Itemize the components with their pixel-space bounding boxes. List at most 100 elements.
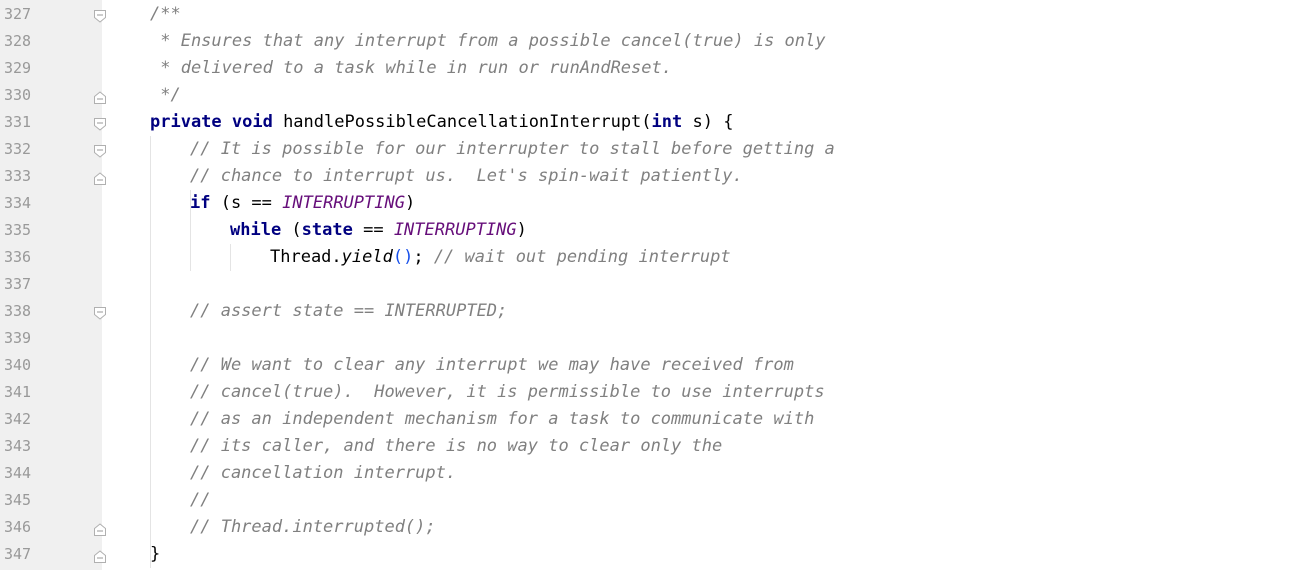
code-text[interactable]: // cancellation interrupt.	[190, 460, 456, 487]
line-number[interactable]: 342	[4, 406, 44, 433]
code-text[interactable]: // chance to interrupt us. Let's spin-wa…	[190, 163, 743, 190]
code-text[interactable]: // It is possible for our interrupter to…	[190, 136, 835, 163]
code-line[interactable]: 330 */	[0, 82, 1308, 109]
code-line[interactable]: 345 //	[0, 487, 1308, 514]
code-token: private void	[150, 112, 273, 132]
fold-toggle-icon[interactable]	[93, 143, 107, 158]
fold-end-icon[interactable]	[93, 521, 107, 536]
code-line[interactable]: 347}	[0, 541, 1308, 568]
code-editor[interactable]: 327 /** 328 * Ensures that any interrupt f…	[0, 0, 1308, 570]
fold-end-icon[interactable]	[93, 89, 107, 104]
code-token: // Thread.interrupted();	[190, 517, 436, 537]
code-token: // cancel(true). However, it is permissi…	[190, 382, 825, 402]
line-number[interactable]: 328	[4, 28, 44, 55]
code-token: while	[230, 220, 282, 240]
code-line[interactable]: 336 Thread.yield(); // wait out pending i…	[0, 244, 1308, 271]
code-line[interactable]: 328 * Ensures that any interrupt from a …	[0, 28, 1308, 55]
line-number[interactable]: 343	[4, 433, 44, 460]
line-number[interactable]: 329	[4, 55, 44, 82]
code-text[interactable]: }	[150, 541, 160, 568]
code-text[interactable]: // its caller, and there is no way to cl…	[190, 433, 722, 460]
code-token: // its caller, and there is no way to cl…	[190, 436, 723, 456]
code-token: (	[281, 220, 302, 240]
code-text[interactable]: * delivered to a task while in run or ru…	[150, 55, 672, 82]
code-text[interactable]: // Thread.interrupted();	[190, 514, 436, 541]
code-token: // We want to clear any interrupt we may…	[190, 355, 794, 375]
code-text[interactable]: /**	[150, 1, 181, 28]
code-token: */	[150, 85, 181, 105]
code-token: )	[516, 220, 527, 240]
code-text[interactable]: // We want to clear any interrupt we may…	[190, 352, 794, 379]
code-line[interactable]: 341 // cancel(true). However, it is permi…	[0, 379, 1308, 406]
code-token: INTERRUPTING	[393, 220, 517, 240]
code-line[interactable]: 337	[0, 271, 1308, 298]
code-token: * Ensures that any interrupt from a poss…	[150, 31, 826, 51]
code-token: //	[190, 490, 211, 510]
code-text[interactable]: * Ensures that any interrupt from a poss…	[150, 28, 826, 55]
code-line[interactable]: 340 // We want to clear any interrupt we …	[0, 352, 1308, 379]
line-number[interactable]: 347	[4, 541, 44, 568]
line-number[interactable]: 336	[4, 244, 44, 271]
line-number[interactable]: 340	[4, 352, 44, 379]
code-token: // cancellation interrupt.	[190, 463, 457, 483]
code-token: ;	[413, 247, 434, 267]
code-line[interactable]: 342 // as an independent mechanism for a …	[0, 406, 1308, 433]
code-line[interactable]: 339	[0, 325, 1308, 352]
code-token: // assert state == INTERRUPTED;	[190, 301, 508, 321]
code-token: // wait out pending interrupt	[433, 247, 731, 267]
code-text[interactable]: if (s == INTERRUPTING)	[190, 190, 415, 217]
code-line[interactable]: 331 private void handlePossibleCancellati…	[0, 109, 1308, 136]
line-number[interactable]: 345	[4, 487, 44, 514]
code-text[interactable]: // as an independent mechanism for a tas…	[190, 406, 814, 433]
code-line[interactable]: 334 if (s == INTERRUPTING)	[0, 190, 1308, 217]
code-line[interactable]: 346 // Thread.interrupted();	[0, 514, 1308, 541]
code-token: ()	[392, 247, 414, 267]
code-line[interactable]: 335 while (state == INTERRUPTING)	[0, 217, 1308, 244]
code-line[interactable]: 343 // its caller, and there is no way to…	[0, 433, 1308, 460]
code-token: * delivered to a task while in run or ru…	[150, 58, 672, 78]
code-token: state	[301, 220, 353, 240]
code-text[interactable]: //	[190, 487, 210, 514]
code-token: int	[651, 112, 683, 132]
code-text[interactable]: while (state == INTERRUPTING)	[230, 217, 527, 244]
code-token: handlePossibleCancellationInterrupt(	[272, 112, 652, 132]
code-token: // as an independent mechanism for a tas…	[190, 409, 815, 429]
code-line[interactable]: 333 // chance to interrupt us. Let's spin…	[0, 163, 1308, 190]
line-number[interactable]: 332	[4, 136, 44, 163]
fold-toggle-icon[interactable]	[93, 116, 107, 131]
code-token: ==	[352, 220, 394, 240]
line-number[interactable]: 330	[4, 82, 44, 109]
line-number[interactable]: 337	[4, 271, 44, 298]
line-number[interactable]: 339	[4, 325, 44, 352]
line-number[interactable]: 346	[4, 514, 44, 541]
line-number[interactable]: 327	[4, 1, 44, 28]
fold-toggle-icon[interactable]	[93, 8, 107, 23]
code-text[interactable]: */	[150, 82, 181, 109]
line-number[interactable]: 341	[4, 379, 44, 406]
code-text[interactable]: Thread.yield(); // wait out pending inte…	[270, 244, 731, 271]
code-line[interactable]: 327 /**	[0, 1, 1308, 28]
code-text[interactable]: // cancel(true). However, it is permissi…	[190, 379, 825, 406]
line-number[interactable]: 335	[4, 217, 44, 244]
line-number[interactable]: 333	[4, 163, 44, 190]
code-line[interactable]: 338 // assert state == INTERRUPTED;	[0, 298, 1308, 325]
code-token: // chance to interrupt us. Let's spin-wa…	[190, 166, 743, 186]
code-token: s) {	[682, 112, 734, 132]
code-token: if	[190, 193, 211, 213]
code-line[interactable]: 332 // It is possible for our interrupter…	[0, 136, 1308, 163]
line-number[interactable]: 338	[4, 298, 44, 325]
line-number[interactable]: 334	[4, 190, 44, 217]
code-line[interactable]: 344 // cancellation interrupt.	[0, 460, 1308, 487]
code-text[interactable]: private void handlePossibleCancellationI…	[150, 109, 733, 136]
code-token: /**	[150, 4, 181, 24]
fold-end-icon[interactable]	[93, 170, 107, 185]
fold-toggle-icon[interactable]	[93, 305, 107, 320]
line-number[interactable]: 331	[4, 109, 44, 136]
code-token: // It is possible for our interrupter to…	[190, 139, 835, 159]
code-line[interactable]: 329 * delivered to a task while in run o…	[0, 55, 1308, 82]
line-number[interactable]: 344	[4, 460, 44, 487]
code-text[interactable]: // assert state == INTERRUPTED;	[190, 298, 507, 325]
code-token: Thread.	[270, 247, 342, 267]
code-token: )	[404, 193, 416, 213]
fold-end-icon[interactable]	[93, 548, 107, 563]
